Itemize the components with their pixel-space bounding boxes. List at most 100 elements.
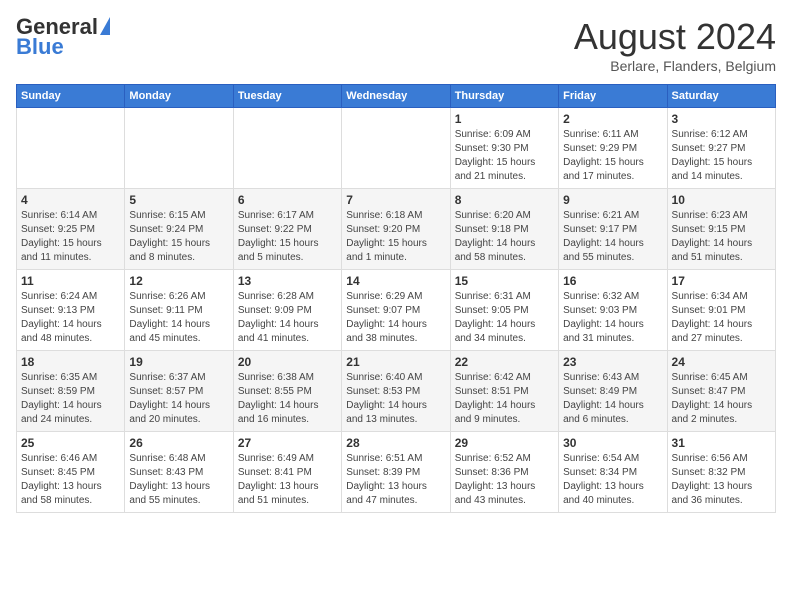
day-info: Sunrise: 6:43 AM Sunset: 8:49 PM Dayligh…: [563, 371, 662, 427]
page-header: General Blue August 2024 Berlare, Flande…: [16, 16, 776, 74]
day-info: Sunrise: 6:48 AM Sunset: 8:43 PM Dayligh…: [129, 452, 228, 508]
calendar-cell-week4-day0: 18 Sunrise: 6:35 AM Sunset: 8:59 PM Dayli…: [17, 351, 125, 432]
calendar-cell-week3-day5: 16Sunrise: 6:32 AM Sunset: 9:03 PM Dayli…: [559, 270, 667, 351]
calendar-cell-week2-day5: 9Sunrise: 6:21 AM Sunset: 9:17 PM Daylig…: [559, 189, 667, 270]
calendar-cell-week1-day6: 3 Sunrise: 6:12 AM Sunset: 9:27 PM Daylig…: [667, 108, 775, 189]
calendar-week-2: 4 Sunrise: 6:14 AM Sunset: 9:25 PM Daylig…: [17, 189, 776, 270]
day-number: 20: [238, 355, 337, 369]
title-area: August 2024 Berlare, Flanders, Belgium: [574, 16, 776, 74]
day-number: 18: [21, 355, 120, 369]
day-info: Sunrise: 6:35 AM Sunset: 8:59 PM Dayligh…: [21, 371, 120, 427]
calendar-cell-week1-day0: [17, 108, 125, 189]
weekday-header-row: SundayMondayTuesdayWednesdayThursdayFrid…: [17, 85, 776, 108]
weekday-header-sunday: Sunday: [17, 85, 125, 108]
day-number: 26: [129, 436, 228, 450]
day-info: Sunrise: 6:14 AM Sunset: 9:25 PM Dayligh…: [21, 209, 120, 265]
weekday-header-monday: Monday: [125, 85, 233, 108]
day-info: Sunrise: 6:12 AM Sunset: 9:27 PM Dayligh…: [672, 128, 771, 184]
day-info: Sunrise: 6:46 AM Sunset: 8:45 PM Dayligh…: [21, 452, 120, 508]
day-info: Sunrise: 6:24 AM Sunset: 9:13 PM Dayligh…: [21, 290, 120, 346]
calendar-cell-week4-day6: 24Sunrise: 6:45 AM Sunset: 8:47 PM Dayli…: [667, 351, 775, 432]
calendar-cell-week3-day0: 11 Sunrise: 6:24 AM Sunset: 9:13 PM Dayli…: [17, 270, 125, 351]
day-number: 14: [346, 274, 445, 288]
day-info: Sunrise: 6:38 AM Sunset: 8:55 PM Dayligh…: [238, 371, 337, 427]
month-title: August 2024: [574, 16, 776, 58]
calendar-cell-week1-day2: [233, 108, 341, 189]
calendar-table: SundayMondayTuesdayWednesdayThursdayFrid…: [16, 84, 776, 513]
day-info: Sunrise: 6:26 AM Sunset: 9:11 PM Dayligh…: [129, 290, 228, 346]
calendar-cell-week1-day3: [342, 108, 450, 189]
day-info: Sunrise: 6:45 AM Sunset: 8:47 PM Dayligh…: [672, 371, 771, 427]
day-number: 21: [346, 355, 445, 369]
calendar-cell-week4-day5: 23 Sunrise: 6:43 AM Sunset: 8:49 PM Dayli…: [559, 351, 667, 432]
calendar-cell-week4-day4: 22 Sunrise: 6:42 AM Sunset: 8:51 PM Dayli…: [450, 351, 558, 432]
day-number: 4: [21, 193, 120, 207]
day-info: Sunrise: 6:49 AM Sunset: 8:41 PM Dayligh…: [238, 452, 337, 508]
day-number: 8: [455, 193, 554, 207]
day-info: Sunrise: 6:37 AM Sunset: 8:57 PM Dayligh…: [129, 371, 228, 427]
day-info: Sunrise: 6:21 AM Sunset: 9:17 PM Dayligh…: [563, 209, 662, 265]
day-number: 22: [455, 355, 554, 369]
day-number: 19: [129, 355, 228, 369]
day-info: Sunrise: 6:28 AM Sunset: 9:09 PM Dayligh…: [238, 290, 337, 346]
day-info: Sunrise: 6:17 AM Sunset: 9:22 PM Dayligh…: [238, 209, 337, 265]
weekday-header-wednesday: Wednesday: [342, 85, 450, 108]
day-number: 3: [672, 112, 771, 126]
calendar-cell-week5-day0: 25 Sunrise: 6:46 AM Sunset: 8:45 PM Dayli…: [17, 432, 125, 513]
logo-blue: Blue: [16, 36, 64, 58]
calendar-week-3: 11 Sunrise: 6:24 AM Sunset: 9:13 PM Dayli…: [17, 270, 776, 351]
calendar-week-4: 18 Sunrise: 6:35 AM Sunset: 8:59 PM Dayli…: [17, 351, 776, 432]
calendar-cell-week4-day1: 19 Sunrise: 6:37 AM Sunset: 8:57 PM Dayli…: [125, 351, 233, 432]
day-info: Sunrise: 6:20 AM Sunset: 9:18 PM Dayligh…: [455, 209, 554, 265]
calendar-week-5: 25 Sunrise: 6:46 AM Sunset: 8:45 PM Dayli…: [17, 432, 776, 513]
day-number: 29: [455, 436, 554, 450]
calendar-cell-week2-day3: 7Sunrise: 6:18 AM Sunset: 9:20 PM Daylig…: [342, 189, 450, 270]
calendar-cell-week2-day4: 8 Sunrise: 6:20 AM Sunset: 9:18 PM Daylig…: [450, 189, 558, 270]
calendar-cell-week5-day1: 26 Sunrise: 6:48 AM Sunset: 8:43 PM Dayli…: [125, 432, 233, 513]
day-info: Sunrise: 6:31 AM Sunset: 9:05 PM Dayligh…: [455, 290, 554, 346]
day-info: Sunrise: 6:40 AM Sunset: 8:53 PM Dayligh…: [346, 371, 445, 427]
day-number: 13: [238, 274, 337, 288]
weekday-header-saturday: Saturday: [667, 85, 775, 108]
day-number: 2: [563, 112, 662, 126]
calendar-cell-week5-day6: 31Sunrise: 6:56 AM Sunset: 8:32 PM Dayli…: [667, 432, 775, 513]
calendar-cell-week2-day2: 6Sunrise: 6:17 AM Sunset: 9:22 PM Daylig…: [233, 189, 341, 270]
day-number: 28: [346, 436, 445, 450]
day-info: Sunrise: 6:34 AM Sunset: 9:01 PM Dayligh…: [672, 290, 771, 346]
weekday-header-friday: Friday: [559, 85, 667, 108]
logo-triangle-icon: [100, 17, 110, 35]
calendar-cell-week5-day2: 27 Sunrise: 6:49 AM Sunset: 8:41 PM Dayli…: [233, 432, 341, 513]
calendar-cell-week1-day4: 1 Sunrise: 6:09 AM Sunset: 9:30 PM Daylig…: [450, 108, 558, 189]
calendar-cell-week5-day3: 28 Sunrise: 6:51 AM Sunset: 8:39 PM Dayli…: [342, 432, 450, 513]
day-number: 1: [455, 112, 554, 126]
location: Berlare, Flanders, Belgium: [574, 58, 776, 74]
day-info: Sunrise: 6:23 AM Sunset: 9:15 PM Dayligh…: [672, 209, 771, 265]
day-info: Sunrise: 6:56 AM Sunset: 8:32 PM Dayligh…: [672, 452, 771, 508]
calendar-cell-week5-day4: 29Sunrise: 6:52 AM Sunset: 8:36 PM Dayli…: [450, 432, 558, 513]
calendar-cell-week3-day6: 17Sunrise: 6:34 AM Sunset: 9:01 PM Dayli…: [667, 270, 775, 351]
day-info: Sunrise: 6:42 AM Sunset: 8:51 PM Dayligh…: [455, 371, 554, 427]
day-number: 11: [21, 274, 120, 288]
day-info: Sunrise: 6:54 AM Sunset: 8:34 PM Dayligh…: [563, 452, 662, 508]
calendar-cell-week2-day0: 4 Sunrise: 6:14 AM Sunset: 9:25 PM Daylig…: [17, 189, 125, 270]
calendar-cell-week2-day6: 10Sunrise: 6:23 AM Sunset: 9:15 PM Dayli…: [667, 189, 775, 270]
calendar-cell-week1-day5: 2Sunrise: 6:11 AM Sunset: 9:29 PM Daylig…: [559, 108, 667, 189]
calendar-cell-week2-day1: 5Sunrise: 6:15 AM Sunset: 9:24 PM Daylig…: [125, 189, 233, 270]
day-number: 15: [455, 274, 554, 288]
day-number: 12: [129, 274, 228, 288]
day-info: Sunrise: 6:15 AM Sunset: 9:24 PM Dayligh…: [129, 209, 228, 265]
day-number: 23: [563, 355, 662, 369]
day-number: 25: [21, 436, 120, 450]
day-info: Sunrise: 6:51 AM Sunset: 8:39 PM Dayligh…: [346, 452, 445, 508]
day-info: Sunrise: 6:32 AM Sunset: 9:03 PM Dayligh…: [563, 290, 662, 346]
weekday-header-tuesday: Tuesday: [233, 85, 341, 108]
calendar-cell-week3-day2: 13 Sunrise: 6:28 AM Sunset: 9:09 PM Dayli…: [233, 270, 341, 351]
day-number: 30: [563, 436, 662, 450]
calendar-cell-week4-day2: 20 Sunrise: 6:38 AM Sunset: 8:55 PM Dayli…: [233, 351, 341, 432]
calendar-cell-week3-day4: 15 Sunrise: 6:31 AM Sunset: 9:05 PM Dayli…: [450, 270, 558, 351]
calendar-cell-week1-day1: [125, 108, 233, 189]
day-number: 27: [238, 436, 337, 450]
calendar-cell-week5-day5: 30 Sunrise: 6:54 AM Sunset: 8:34 PM Dayli…: [559, 432, 667, 513]
day-info: Sunrise: 6:09 AM Sunset: 9:30 PM Dayligh…: [455, 128, 554, 184]
weekday-header-thursday: Thursday: [450, 85, 558, 108]
